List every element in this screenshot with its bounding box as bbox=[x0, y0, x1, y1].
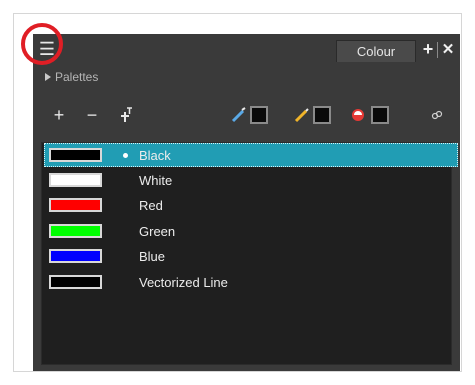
swatch-name: Blue bbox=[139, 248, 166, 264]
swatch-name: Green bbox=[139, 223, 176, 239]
swatch-green bbox=[49, 224, 102, 238]
close-icon[interactable]: ✕ bbox=[440, 39, 456, 59]
link-icon[interactable] bbox=[429, 107, 445, 123]
list-item-blue[interactable]: Blue bbox=[44, 244, 458, 268]
swatch-black bbox=[49, 148, 102, 162]
hamburger-menu-icon[interactable]: ☰ bbox=[33, 35, 61, 63]
swatch-name: Black bbox=[139, 147, 171, 163]
pen-picker-icon[interactable] bbox=[229, 105, 249, 125]
line-colour-swatch[interactable] bbox=[250, 106, 268, 124]
fill-colour-swatch[interactable] bbox=[371, 106, 389, 124]
plus-bold-icon[interactable]: + bbox=[420, 39, 436, 59]
pencil-picker-icon[interactable] bbox=[292, 105, 312, 125]
swatch-white bbox=[49, 173, 102, 187]
list-item-white[interactable]: White bbox=[44, 168, 458, 192]
paint-bucket-icon[interactable] bbox=[348, 105, 368, 125]
palettes-label: Palettes bbox=[55, 70, 99, 84]
list-item-red[interactable]: Red bbox=[44, 193, 458, 217]
pencil-colour-swatch[interactable] bbox=[313, 106, 331, 124]
swatch-red bbox=[49, 198, 102, 212]
plus-icon[interactable]: + bbox=[51, 105, 67, 125]
swatch-vectorized-line bbox=[49, 275, 102, 289]
selected-bullet-icon bbox=[123, 152, 128, 158]
swatch-name: Red bbox=[139, 197, 163, 213]
colour-list: Black White Red Green Blue Vectorized Li… bbox=[41, 142, 458, 365]
list-item-green[interactable]: Green bbox=[44, 219, 458, 243]
minus-icon[interactable]: − bbox=[84, 105, 100, 125]
expand-triangle-icon bbox=[45, 73, 51, 81]
swatch-blue bbox=[49, 249, 102, 263]
tab-divider bbox=[437, 42, 438, 58]
swatch-name: Vectorized Line bbox=[139, 274, 228, 290]
swatch-name: White bbox=[139, 172, 173, 188]
text-tint-icon[interactable] bbox=[116, 104, 136, 126]
list-item-black[interactable]: Black bbox=[44, 143, 458, 167]
palettes-toggle[interactable]: Palettes bbox=[45, 70, 98, 84]
list-item-vectorized-line[interactable]: Vectorized Line bbox=[44, 270, 458, 294]
tab-colour[interactable]: Colour bbox=[336, 40, 416, 62]
